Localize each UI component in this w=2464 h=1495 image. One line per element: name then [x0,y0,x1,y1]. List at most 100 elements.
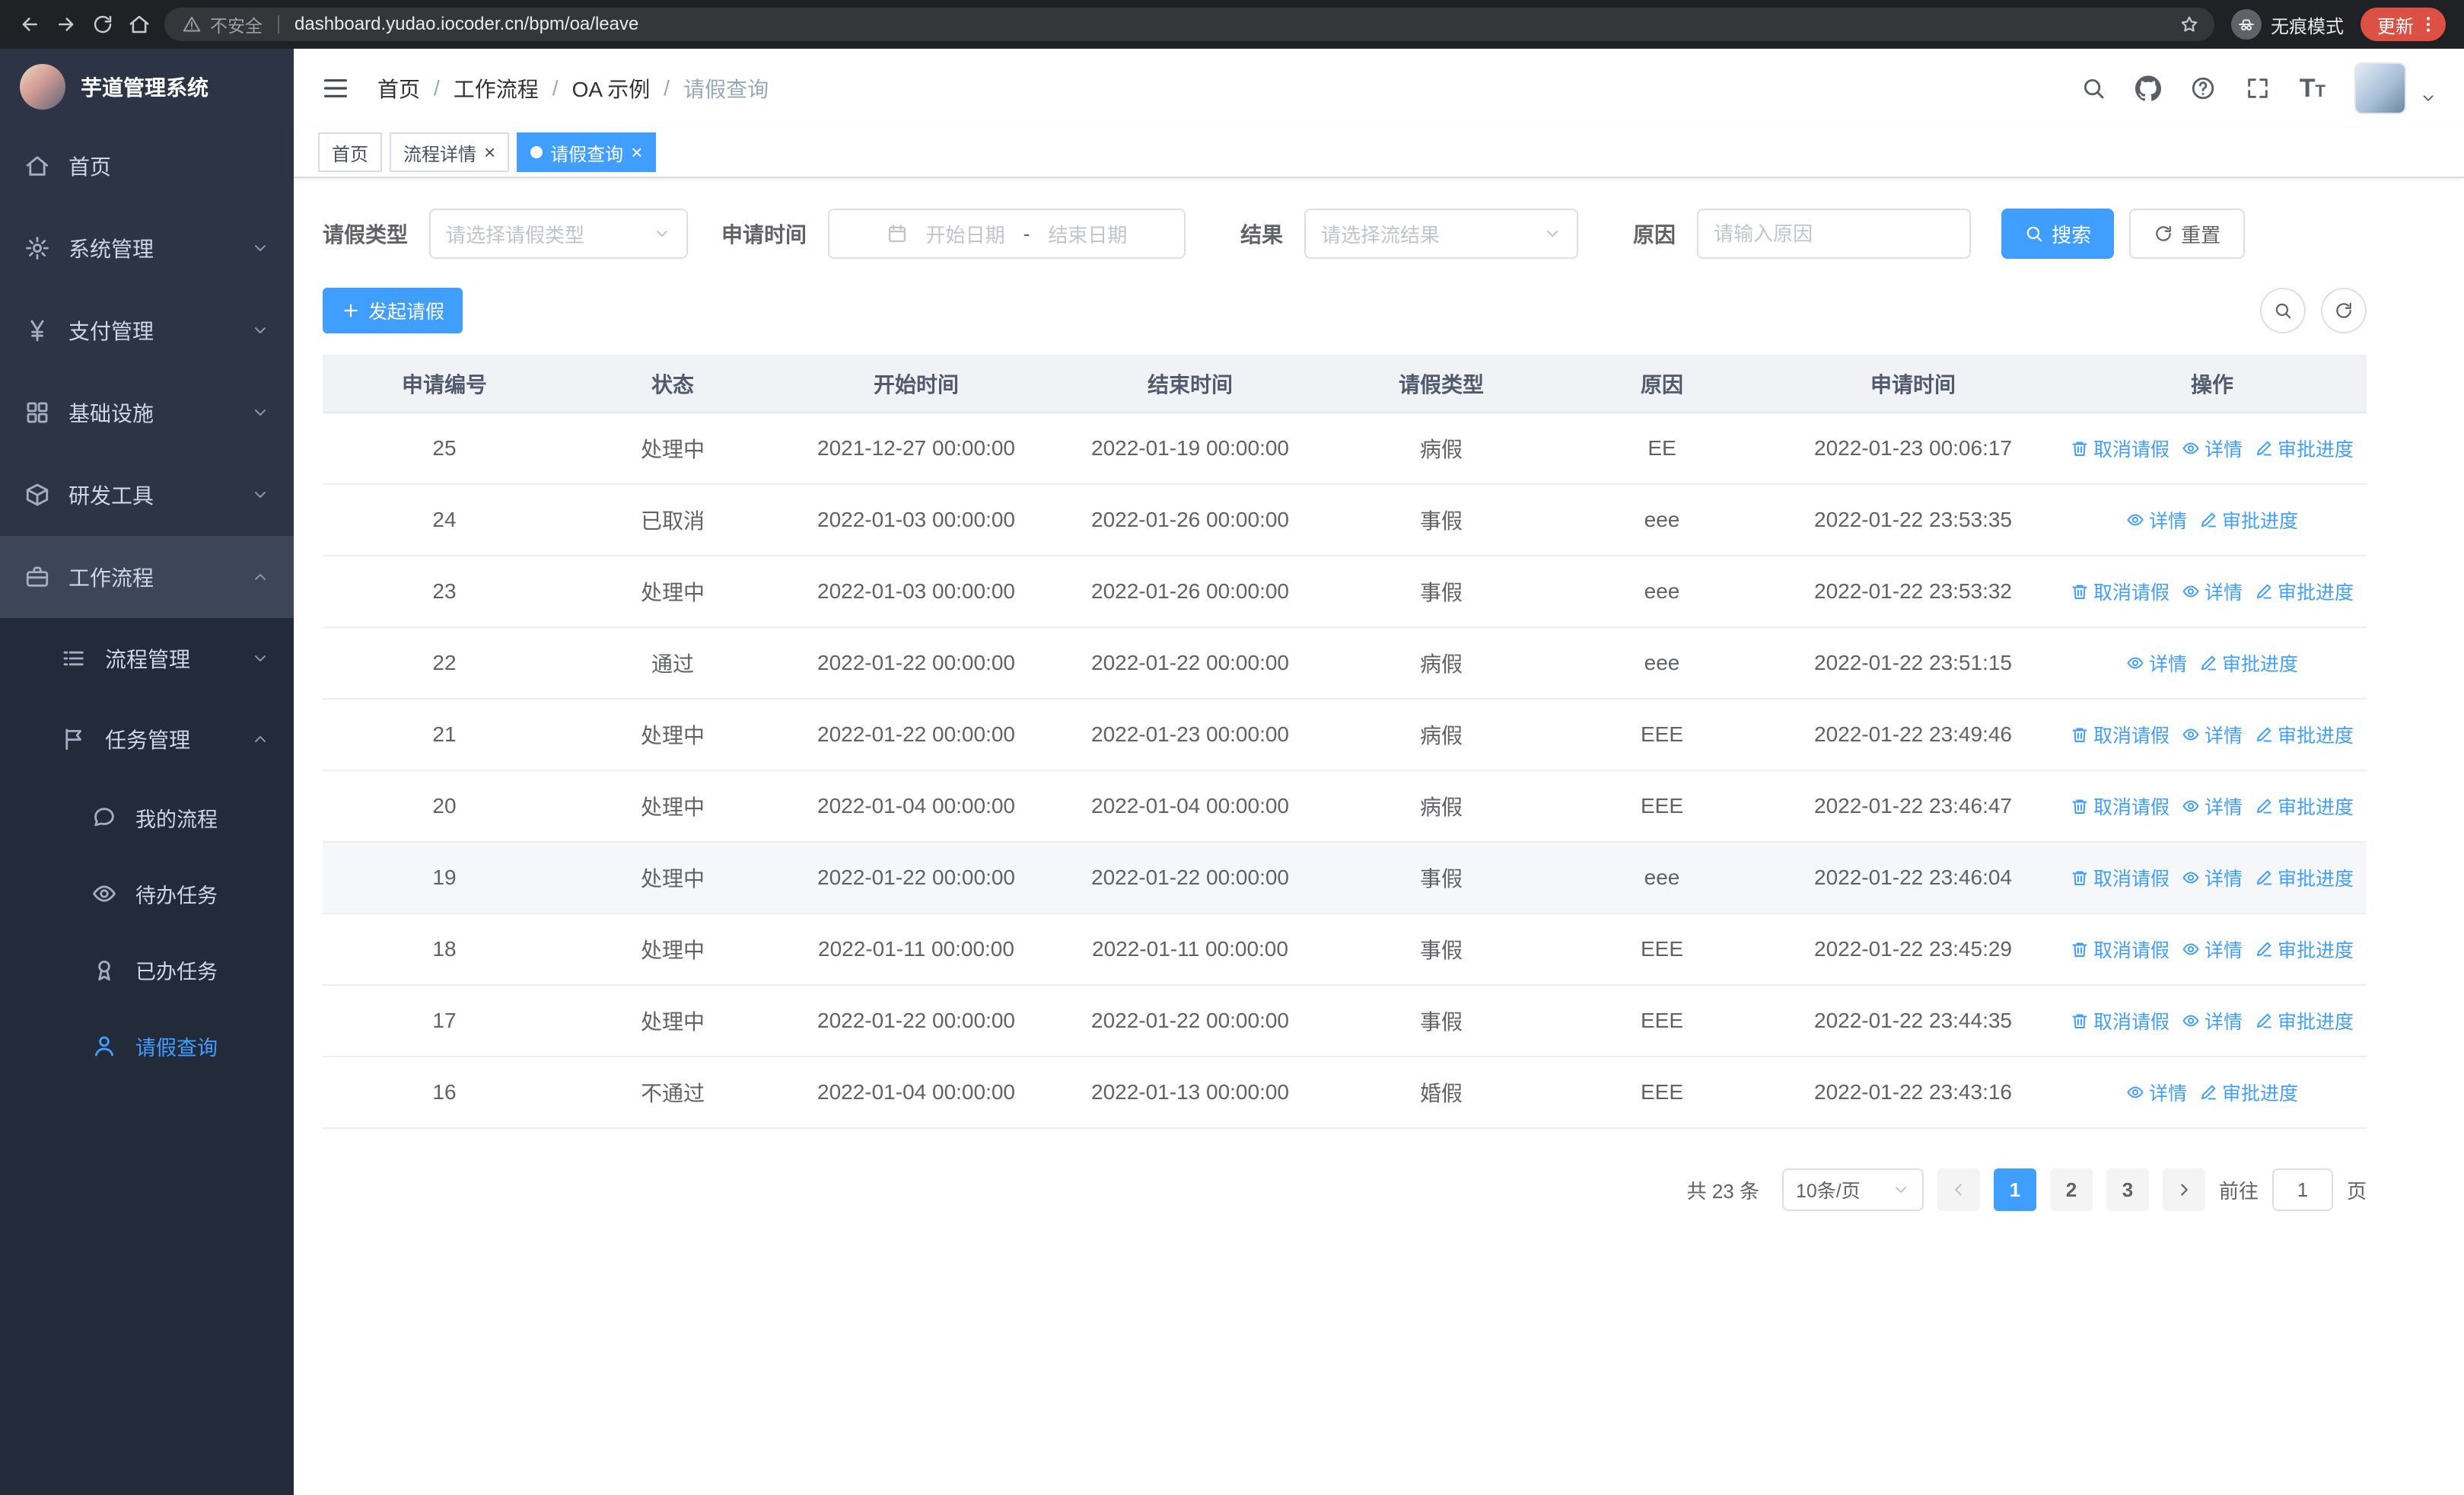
search-button[interactable]: 搜索 [2001,209,2115,259]
breadcrumb-item: 请假查询 [683,78,769,101]
breadcrumb-item[interactable]: 工作流程 [454,73,539,104]
cell-start-time: 2022-01-04 00:00:00 [779,770,1053,843]
tab-item[interactable]: 首页 [318,132,382,172]
progress-link[interactable]: 审批进度 [2199,506,2298,534]
progress-link[interactable]: 审批进度 [2255,1007,2354,1034]
page-button-1[interactable]: 1 [1993,1168,2036,1211]
screen: 不安全 dashboard.yudao.iocoder.cn/bpm/oa/le… [0,0,2464,1495]
sidebar-item-infra[interactable]: 基础设施 [0,371,294,454]
home-icon [24,153,50,179]
bookmark-star-icon[interactable] [2179,14,2199,34]
cancel-link[interactable]: 取消请假 [2071,936,2170,963]
tab-item[interactable]: 请假查询 × [517,132,657,172]
kebab-menu-icon[interactable] [2418,14,2438,34]
fullscreen-icon[interactable] [2245,75,2271,101]
sidebar-item-devtools[interactable]: 研发工具 [0,454,294,536]
toggle-search-button[interactable] [2260,288,2306,333]
forward-icon[interactable] [55,13,78,36]
update-button[interactable]: 更新 [2361,8,2446,41]
reset-button[interactable]: 重置 [2129,209,2246,259]
progress-link[interactable]: 审批进度 [2199,649,2298,677]
cell-end-time: 2022-01-13 00:00:00 [1053,1057,1327,1129]
header-search-icon[interactable] [2080,75,2106,101]
back-icon[interactable] [18,13,41,36]
sidebar-item-leave-query[interactable]: 请假查询 [0,1008,294,1084]
page-size-select[interactable]: 10条/页 [1781,1168,1924,1211]
sidebar-item-my-process[interactable]: 我的流程 [0,779,294,856]
column-header: 开始时间 [779,355,1053,413]
prev-page-button[interactable] [1937,1168,1980,1211]
refresh-icon [2334,301,2354,320]
detail-link[interactable]: 详情 [2182,1007,2243,1034]
chevron-up-icon [251,730,269,748]
cancel-link[interactable]: 取消请假 [2071,1007,2170,1034]
progress-link[interactable]: 审批进度 [2255,792,2354,820]
chevron-down-icon [251,486,269,504]
font-size-icon[interactable]: TT [2300,75,2326,101]
cell-start-time: 2022-01-22 00:00:00 [779,627,1053,700]
cancel-link[interactable]: 取消请假 [2071,792,2170,820]
sidebar-item-task-mgmt[interactable]: 任务管理 [0,699,294,779]
tab-close-icon[interactable]: × [484,142,495,162]
progress-link[interactable]: 审批进度 [2255,435,2354,462]
detail-link[interactable]: 详情 [2126,649,2187,677]
breadcrumb-item[interactable]: OA 示例 [572,73,651,104]
detail-link[interactable]: 详情 [2126,506,2187,534]
cell-reason: EE [1555,413,1768,485]
hamburger-icon[interactable] [321,74,350,103]
sidebar-item-home[interactable]: 首页 [0,125,294,207]
progress-link[interactable]: 审批进度 [2255,864,2354,891]
cancel-link[interactable]: 取消请假 [2071,435,2170,462]
breadcrumb-item[interactable]: 首页 [377,73,420,104]
help-icon[interactable] [2190,75,2216,101]
create-leave-button[interactable]: 发起请假 [323,288,463,333]
detail-link[interactable]: 详情 [2182,578,2243,605]
eye-icon [2182,797,2200,815]
progress-link[interactable]: 审批进度 [2255,721,2354,748]
sidebar-filler [0,1084,294,1495]
detail-link[interactable]: 详情 [2182,864,2243,891]
tab-close-icon[interactable]: × [631,142,642,162]
page-unit-label: 页 [2346,1179,2367,1203]
apply-time-range-picker[interactable]: 开始日期 - 结束日期 [828,209,1186,259]
cell-apply-time: 2022-01-22 23:49:46 [1768,699,2058,771]
progress-link[interactable]: 审批进度 [2255,578,2354,605]
page-button-2[interactable]: 2 [2049,1168,2093,1211]
cell-start-time: 2022-01-04 00:00:00 [779,1057,1053,1129]
detail-link[interactable]: 详情 [2182,721,2243,748]
page-button-3[interactable]: 3 [2106,1168,2149,1211]
detail-link[interactable]: 详情 [2182,936,2243,963]
detail-link[interactable]: 详情 [2126,1079,2187,1106]
user-avatar[interactable] [2354,62,2406,114]
cell-status: 处理中 [566,842,779,914]
cancel-link[interactable]: 取消请假 [2071,578,2170,605]
trash-icon [2071,582,2089,601]
github-icon[interactable] [2135,75,2161,101]
sidebar-item-workflow[interactable]: 工作流程 [0,536,294,618]
sidebar-item-process-mgmt[interactable]: 流程管理 [0,618,294,699]
refresh-table-button[interactable] [2321,288,2367,333]
reason-input[interactable] [1697,209,1972,259]
reload-icon[interactable] [91,13,114,36]
sidebar-item-system[interactable]: 系统管理 [0,207,294,289]
sidebar-item-payment[interactable]: 支付管理 [0,289,294,371]
cancel-link[interactable]: 取消请假 [2071,721,2170,748]
progress-link[interactable]: 审批进度 [2199,1079,2298,1106]
next-page-button[interactable] [2162,1168,2205,1211]
detail-link[interactable]: 详情 [2182,435,2243,462]
goto-page-input[interactable] [2271,1168,2333,1211]
sidebar-item-todo-tasks[interactable]: 待办任务 [0,856,294,932]
tab-item[interactable]: 流程详情 × [390,132,510,172]
detail-link[interactable]: 详情 [2182,792,2243,820]
leave-type-select[interactable]: 请选择请假类型 [429,209,689,259]
column-header: 请假类型 [1327,355,1555,413]
progress-link[interactable]: 审批进度 [2255,936,2354,963]
sidebar-item-done-tasks[interactable]: 已办任务 [0,932,294,1008]
cancel-link[interactable]: 取消请假 [2071,864,2170,891]
tags-bar: 首页 流程详情 × 请假查询 × [294,128,2464,178]
url-bar[interactable]: 不安全 dashboard.yudao.iocoder.cn/bpm/oa/le… [164,8,2214,41]
browser-home-icon[interactable] [128,13,151,36]
navbar-actions: TT [2080,62,2437,114]
caret-down-icon[interactable] [2420,90,2437,107]
result-select[interactable]: 请选择流结果 [1304,209,1579,259]
